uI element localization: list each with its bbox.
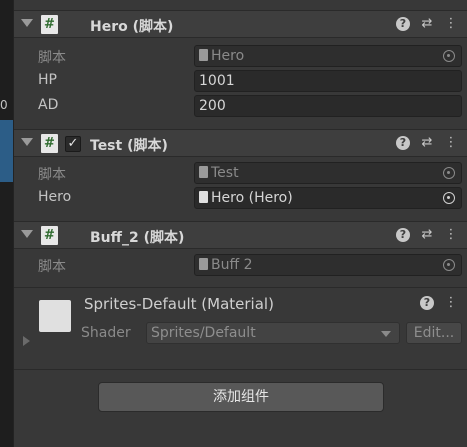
field-row-hp: HP 1001 [14, 69, 467, 93]
more-menu-icon[interactable]: ⋮ [444, 228, 458, 242]
more-menu-icon[interactable]: ⋮ [444, 296, 458, 310]
component-title: Buff_2 (脚本) [90, 230, 185, 246]
script-object-field[interactable]: Buff 2 [194, 254, 462, 276]
shader-label: Shader [81, 325, 131, 341]
field-row-script: 脚本 Buff 2 [14, 253, 467, 277]
field-row-script: 脚本 Hero [14, 44, 467, 68]
field-row-ad: AD 200 [14, 94, 467, 118]
script-file-icon [199, 166, 208, 178]
field-row-script: 脚本 Test [14, 161, 467, 185]
more-menu-icon[interactable]: ⋮ [444, 136, 458, 150]
csharp-script-icon: # [41, 134, 58, 153]
field-value: Hero (Hero) [211, 190, 293, 206]
component-title: Test (脚本) [90, 138, 168, 154]
hierarchy-selected-row[interactable] [0, 120, 13, 182]
object-picker-icon[interactable] [443, 259, 455, 271]
foldout-arrow-icon[interactable] [21, 230, 33, 238]
component-header-test[interactable]: # ✓ Test (脚本) ? ⇄ ⋮ [14, 129, 467, 157]
field-row-hero: Hero Hero (Hero) [14, 186, 467, 210]
csharp-script-icon: # [41, 226, 58, 245]
help-icon[interactable]: ? [420, 296, 434, 310]
preset-settings-icon[interactable]: ⇄ [420, 17, 434, 31]
object-picker-icon[interactable] [443, 50, 455, 62]
material-foldout-arrow-icon[interactable] [23, 336, 30, 346]
component-enabled-checkbox[interactable]: ✓ [65, 136, 81, 152]
preset-settings-icon[interactable]: ⇄ [420, 228, 434, 242]
field-label: HP [38, 72, 57, 88]
material-title: Sprites-Default (Material) [84, 295, 274, 313]
more-menu-icon[interactable]: ⋮ [444, 17, 458, 31]
material-preview-swatch [39, 300, 71, 332]
help-icon[interactable]: ? [396, 136, 410, 150]
edit-shader-button[interactable]: Edit... [406, 322, 462, 344]
script-file-icon [199, 191, 208, 203]
component-title: Hero (脚本) [90, 19, 174, 35]
field-value: Buff 2 [211, 257, 253, 273]
shader-dropdown[interactable]: Sprites/Default [146, 322, 400, 344]
component-header-buff2[interactable]: # Buff_2 (脚本) ? ⇄ ⋮ [14, 221, 467, 249]
object-picker-icon[interactable] [443, 167, 455, 179]
field-label: 脚本 [38, 50, 66, 66]
object-picker-icon[interactable] [443, 192, 455, 204]
hero-object-field[interactable]: Hero (Hero) [194, 187, 462, 209]
field-label: AD [38, 97, 59, 113]
help-icon[interactable]: ? [396, 228, 410, 242]
field-label: Hero [38, 189, 72, 205]
field-value: Test [211, 165, 239, 181]
divider [14, 369, 467, 370]
inspector-panel: # Hero (脚本) ? ⇄ ⋮ 脚本 Hero HP 1001 AD 200… [13, 0, 467, 447]
add-component-button[interactable]: 添加组件 [98, 382, 384, 412]
help-icon[interactable]: ? [396, 17, 410, 31]
material-section: Sprites-Default (Material) ? ⋮ Shader Sp… [14, 288, 467, 358]
shader-value: Sprites/Default [151, 325, 256, 341]
foldout-arrow-icon[interactable] [21, 19, 33, 27]
field-label: 脚本 [38, 259, 66, 275]
field-label: 脚本 [38, 167, 66, 183]
preset-settings-icon[interactable]: ⇄ [420, 136, 434, 150]
hierarchy-panel-edge: 0 [0, 0, 13, 447]
script-file-icon [199, 49, 208, 61]
script-object-field[interactable]: Hero [194, 45, 462, 67]
ad-input[interactable]: 200 [194, 95, 462, 117]
dropdown-caret-icon [381, 331, 391, 337]
hierarchy-partial-text: 0 [0, 98, 8, 112]
csharp-script-icon: # [41, 15, 58, 34]
script-file-icon [199, 258, 208, 270]
field-value: Hero [211, 48, 245, 64]
hp-input[interactable]: 1001 [194, 70, 462, 92]
script-object-field[interactable]: Test [194, 162, 462, 184]
foldout-arrow-icon[interactable] [21, 138, 33, 146]
component-header-hero[interactable]: # Hero (脚本) ? ⇄ ⋮ [14, 10, 467, 38]
